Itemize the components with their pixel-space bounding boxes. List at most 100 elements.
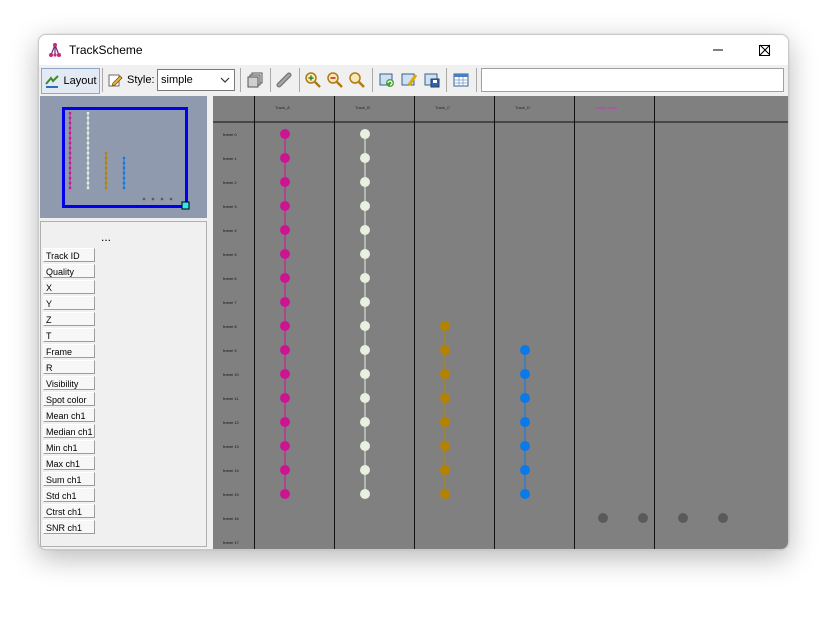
spot-node[interactable] xyxy=(280,129,290,139)
zoom-in-button[interactable] xyxy=(302,68,324,92)
overview-map xyxy=(62,107,190,210)
feature-item[interactable]: Std ch1 xyxy=(43,488,95,502)
spot-node[interactable] xyxy=(280,489,290,499)
feature-item[interactable]: Y xyxy=(43,296,95,310)
feature-item[interactable]: Spot color xyxy=(43,392,95,406)
spot-node[interactable] xyxy=(440,393,450,403)
spot-node[interactable] xyxy=(440,369,450,379)
overview-spot xyxy=(122,181,126,185)
spot-node[interactable] xyxy=(360,393,370,403)
spot-node[interactable] xyxy=(280,369,290,379)
spot-node[interactable] xyxy=(440,417,450,427)
spot-node[interactable] xyxy=(520,369,530,379)
spot-node[interactable] xyxy=(280,297,290,307)
feature-item[interactable]: X xyxy=(43,280,95,294)
spot-node[interactable] xyxy=(280,201,290,211)
spot-node[interactable] xyxy=(360,441,370,451)
spot-node[interactable] xyxy=(520,489,530,499)
spot-node[interactable] xyxy=(520,465,530,475)
lonely-spot[interactable] xyxy=(678,513,688,523)
lonely-spot[interactable] xyxy=(598,513,608,523)
display-decorations-button[interactable] xyxy=(244,68,266,92)
spot-node[interactable] xyxy=(280,177,290,187)
spot-node[interactable] xyxy=(440,441,450,451)
spot-node[interactable] xyxy=(360,321,370,331)
spot-node[interactable] xyxy=(280,225,290,235)
spot-node[interactable] xyxy=(520,417,530,427)
spot-node[interactable] xyxy=(360,369,370,379)
table-view-button[interactable] xyxy=(450,68,472,92)
spot-node[interactable] xyxy=(520,345,530,355)
track-header[interactable]: Track_A xyxy=(275,105,290,110)
spot-node[interactable] xyxy=(280,345,290,355)
feature-item[interactable]: Quality xyxy=(43,264,95,278)
spot-node[interactable] xyxy=(360,249,370,259)
spot-node[interactable] xyxy=(520,441,530,451)
close-button[interactable] xyxy=(742,35,788,65)
spot-node[interactable] xyxy=(360,177,370,187)
style-select[interactable]: simple xyxy=(157,69,235,91)
zoom-out-button[interactable] xyxy=(324,68,346,92)
feature-item[interactable]: Median ch1 xyxy=(43,424,95,438)
track-header[interactable]: Track_C xyxy=(435,105,450,110)
feature-item[interactable]: Min ch1 xyxy=(43,440,95,454)
overview-spot xyxy=(86,121,90,125)
spot-node[interactable] xyxy=(440,465,450,475)
trackscheme-canvas[interactable]: frame 0 frame 1 frame 2 frame 3 frame 4 frame… xyxy=(213,96,788,549)
spot-node[interactable] xyxy=(520,393,530,403)
feature-item[interactable]: T xyxy=(43,328,95,342)
spot-node[interactable] xyxy=(360,129,370,139)
spot-node[interactable] xyxy=(360,465,370,475)
spot-node[interactable] xyxy=(280,273,290,283)
lonely-spot[interactable] xyxy=(718,513,728,523)
link-spots-button[interactable] xyxy=(273,68,295,92)
spot-node[interactable] xyxy=(360,345,370,355)
edit-style-button[interactable] xyxy=(106,68,124,92)
feature-item[interactable]: SNR ch1 xyxy=(43,520,95,534)
panel-menu-ellipsis[interactable]: ... xyxy=(101,230,111,244)
save-button[interactable] xyxy=(421,68,443,92)
spot-node[interactable] xyxy=(280,417,290,427)
spot-node[interactable] xyxy=(280,393,290,403)
layout-label: Layout xyxy=(63,75,97,87)
spot-node[interactable] xyxy=(280,153,290,163)
spot-node[interactable] xyxy=(440,321,450,331)
layout-button[interactable]: Layout xyxy=(41,68,100,94)
spot-node[interactable] xyxy=(360,489,370,499)
feature-item[interactable]: Max ch1 xyxy=(43,456,95,470)
spot-node[interactable] xyxy=(360,225,370,235)
track-header[interactable]: Track_B xyxy=(355,105,370,110)
zoom-reset-button[interactable] xyxy=(346,68,368,92)
feature-item[interactable]: Visibility xyxy=(43,376,95,390)
outline-panel[interactable] xyxy=(40,96,207,218)
refresh-button[interactable] xyxy=(376,68,398,92)
feature-item[interactable]: Mean ch1 xyxy=(43,408,95,422)
spot-node[interactable] xyxy=(360,273,370,283)
feature-item[interactable]: Track ID xyxy=(43,248,95,262)
spot-node[interactable] xyxy=(280,441,290,451)
spot-node[interactable] xyxy=(440,489,450,499)
spot-node[interactable] xyxy=(280,321,290,331)
feature-item[interactable]: Z xyxy=(43,312,95,326)
capture-button[interactable] xyxy=(398,68,420,92)
spot-node[interactable] xyxy=(280,465,290,475)
spot-node[interactable] xyxy=(360,201,370,211)
search-input[interactable] xyxy=(481,68,784,92)
feature-item[interactable]: Ctrst ch1 xyxy=(43,504,95,518)
overview-spot xyxy=(104,166,108,170)
spot-node[interactable] xyxy=(280,249,290,259)
spot-node[interactable] xyxy=(360,297,370,307)
stacked-frames-icon xyxy=(247,72,263,88)
lonely-spot[interactable] xyxy=(638,513,648,523)
feature-item[interactable]: R xyxy=(43,360,95,374)
overview-spot xyxy=(104,156,108,160)
spot-node[interactable] xyxy=(440,345,450,355)
feature-item[interactable]: Frame xyxy=(43,344,95,358)
feature-item[interactable]: Sum ch1 xyxy=(43,472,95,486)
viewport-resize-handle[interactable] xyxy=(181,201,190,210)
minimize-button[interactable] xyxy=(695,35,741,65)
spot-node[interactable] xyxy=(360,153,370,163)
track-header[interactable]: Unlaid spots xyxy=(595,105,617,110)
track-header[interactable]: Track_D xyxy=(515,105,530,110)
spot-node[interactable] xyxy=(360,417,370,427)
